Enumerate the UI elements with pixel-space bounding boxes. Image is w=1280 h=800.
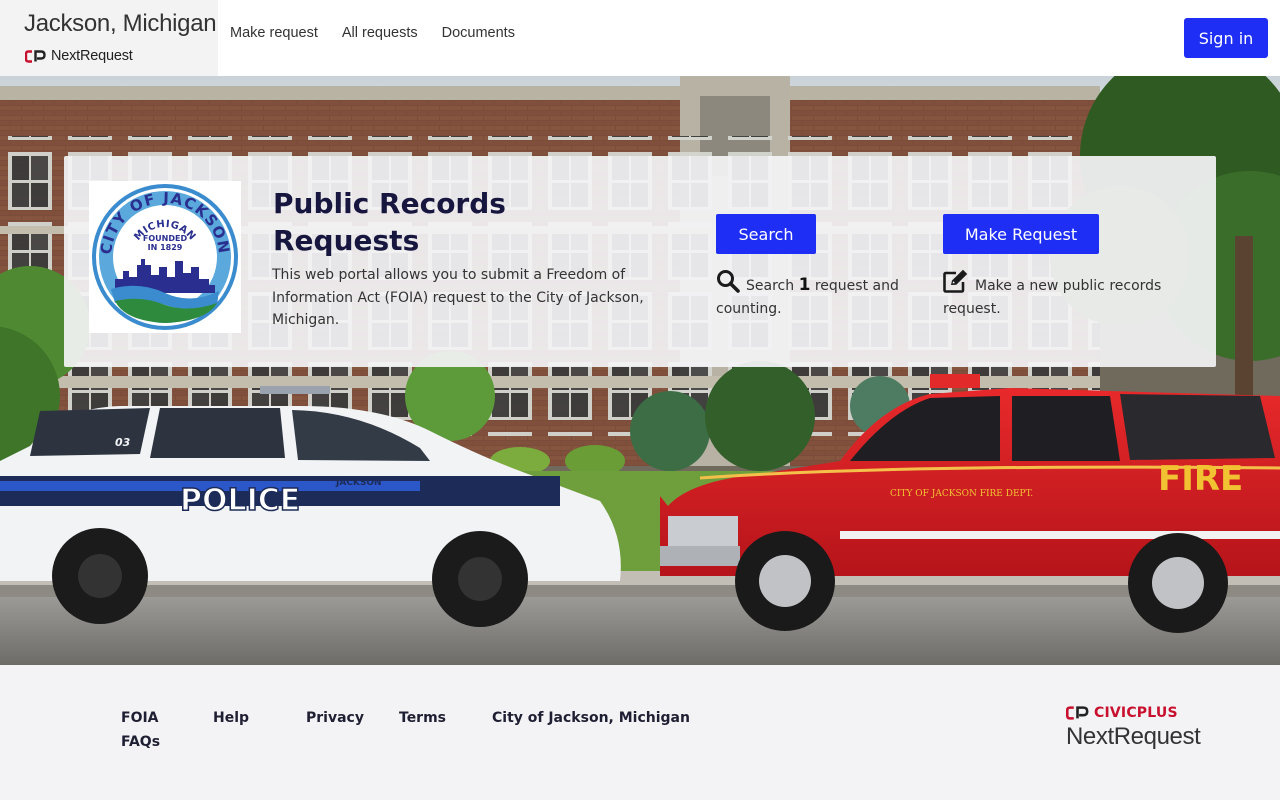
request-count: 1 bbox=[798, 275, 811, 295]
brand-block[interactable]: Jackson, Michigan NextRequest bbox=[0, 0, 218, 76]
seal-founded: FOUNDED bbox=[143, 234, 188, 243]
vendor-name: CIVICPLUS bbox=[1094, 705, 1178, 721]
top-navbar: Jackson, Michigan NextRequest Make reque… bbox=[0, 0, 1280, 76]
nextrequest-logo: NextRequest bbox=[25, 48, 133, 64]
footer-link-foia-faqs[interactable]: FOIA FAQs bbox=[121, 706, 181, 754]
page-title: Public Records Requests bbox=[273, 187, 506, 257]
civicplus-mark-icon bbox=[25, 49, 46, 63]
sign-in-button[interactable]: Sign in bbox=[1184, 18, 1268, 58]
vendor-product: NextRequest bbox=[1066, 723, 1201, 750]
make-request-button[interactable]: Make Request bbox=[943, 214, 1099, 254]
police-unit-number: 03 bbox=[115, 436, 131, 449]
civicplus-mark-icon bbox=[1066, 706, 1089, 720]
police-label: POLICE bbox=[180, 483, 300, 518]
police-city-label: JACKSON bbox=[335, 478, 382, 488]
search-button[interactable]: Search bbox=[716, 214, 816, 254]
hero-banner: POLICE JACKSON 03 FIRE CITY OF JACKSON F… bbox=[0, 76, 1280, 665]
city-seal-logo: CITY OF JACKSON MICHIGAN FOUNDED IN 1829 bbox=[89, 181, 241, 333]
intro-card: CITY OF JACKSON MICHIGAN FOUNDED IN 1829… bbox=[64, 156, 1216, 367]
main-nav: Make request All requests Documents bbox=[230, 25, 515, 41]
edit-icon bbox=[943, 269, 968, 293]
search-summary-prefix: Search bbox=[746, 278, 795, 294]
footer-link-city[interactable]: City of Jackson, Michigan bbox=[492, 706, 690, 730]
page-footer: FOIA FAQs Help Privacy Terms City of Jac… bbox=[0, 665, 1280, 800]
product-name: NextRequest bbox=[51, 48, 133, 64]
civicplus-nextrequest-logo[interactable]: CIVICPLUS NextRequest bbox=[1066, 705, 1216, 757]
nav-make-request[interactable]: Make request bbox=[230, 25, 318, 41]
footer-link-help[interactable]: Help bbox=[213, 706, 249, 730]
fire-label: FIRE bbox=[1158, 459, 1243, 499]
make-request-text: Make a new public records request. bbox=[943, 278, 1162, 317]
fire-dept-label: CITY OF JACKSON FIRE DEPT. bbox=[890, 489, 1033, 499]
city-name: Jackson, Michigan bbox=[24, 10, 217, 37]
seal-year: IN 1829 bbox=[148, 243, 183, 252]
search-summary: Search 1 request and counting. bbox=[716, 269, 916, 321]
nav-documents[interactable]: Documents bbox=[442, 25, 515, 41]
make-request-summary: Make a new public records request. bbox=[943, 269, 1173, 321]
footer-link-privacy[interactable]: Privacy bbox=[306, 706, 364, 730]
search-icon bbox=[717, 270, 740, 293]
footer-link-terms[interactable]: Terms bbox=[399, 706, 446, 730]
nav-all-requests[interactable]: All requests bbox=[342, 25, 418, 41]
intro-description: This web portal allows you to submit a F… bbox=[272, 267, 644, 328]
